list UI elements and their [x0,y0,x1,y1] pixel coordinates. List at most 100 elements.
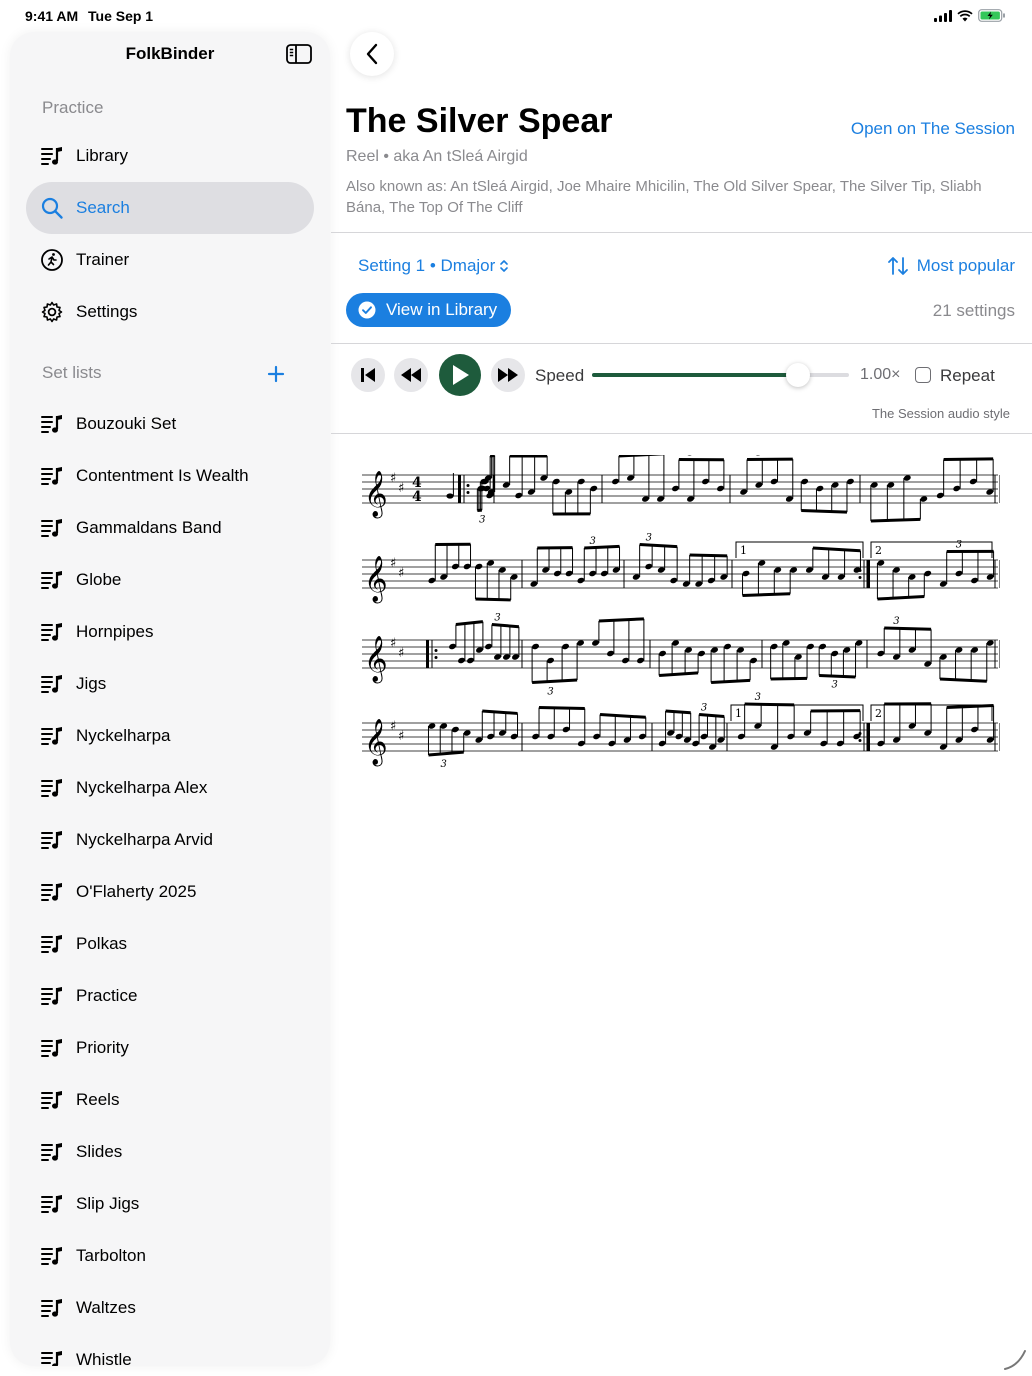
skip-to-start-button[interactable] [351,358,385,392]
set-list-item-polkas[interactable]: Polkas [26,918,314,970]
sidebar-item-settings[interactable]: Settings [26,286,314,338]
sidebar-item-search[interactable]: Search [26,182,314,234]
list-music-icon [41,1091,62,1109]
chevron-left-icon [366,43,378,65]
list-music-icon [41,1247,62,1265]
list-music-icon [41,675,62,693]
sidebar-item-label: Priority [76,1038,129,1057]
checkmark-circle-icon [358,301,376,319]
play-icon [453,365,469,385]
list-music-icon [41,147,62,165]
sidebar-item-label: Slip Jigs [76,1194,140,1213]
set-list-item-nyckelharpa-arvid[interactable]: Nyckelharpa Arvid [26,814,314,866]
status-date: Tue Sep 1 [88,8,154,24]
also-known-as: Also known as: An tSleá Airgid, Joe Mhai… [346,178,982,216]
list-music-icon [41,415,62,433]
set-list-item-hornpipes[interactable]: Hornpipes [26,606,314,658]
set-list-item-priority[interactable]: Priority [26,1022,314,1074]
sidebar-item-label: Nyckelharpa Alex [76,778,208,797]
section-label-set-lists: Set lists [42,363,102,382]
sidebar-item-label: Contentment Is Wealth [76,466,249,485]
set-list-item-nyckelharpa-alex[interactable]: Nyckelharpa Alex [26,762,314,814]
staff-system: 𝄞♯♯33312 [362,533,1000,604]
setting-picker[interactable]: Setting 1 • Dmajor [358,256,509,276]
triplet-mark: 3 [687,455,693,459]
sidebar-item-trainer[interactable]: Trainer [26,234,314,286]
add-set-list-button[interactable] [264,362,288,386]
set-list-item-slides[interactable]: Slides [26,1126,314,1178]
sharp-sign: ♯ [390,636,396,651]
list-music-icon [41,831,62,849]
first-ending-label: 1 [740,544,747,557]
set-list-item-nyckelharpa[interactable]: Nyckelharpa [26,710,314,762]
sharp-sign: ♯ [398,646,404,661]
sidebar-item-library[interactable]: Library [26,130,314,182]
set-list-item-bouzouki-set[interactable]: Bouzouki Set [26,398,314,450]
sidebar-item-label: Search [76,198,130,217]
status-time: 9:41 AM [25,8,79,24]
sidebar-item-label: Bouzouki Set [76,414,177,433]
time-signature: 4 [412,489,422,505]
repeat-checkbox[interactable] [915,367,931,383]
sidebar-item-label: O'Flaherty 2025 [76,882,197,901]
run-icon [41,249,63,271]
treble-clef: 𝄞 [364,556,388,604]
setting-picker-label: Setting 1 • Dmajor [358,256,496,275]
sidebar-item-label: Whistle [76,1350,132,1366]
sidebar-item-label: Jigs [76,674,107,693]
view-in-library-button[interactable]: View in Library [346,293,512,327]
app-window: 9:41 AM Tue Sep 1 FolkBinder Practice Se… [0,0,1032,1376]
rewind-icon [401,368,421,382]
speed-slider[interactable] [592,363,849,387]
list-music-icon [41,727,62,745]
fast-forward-button[interactable] [491,358,525,392]
speed-slider-thumb[interactable] [785,363,810,387]
set-list-item-tarbolton[interactable]: Tarbolton [26,1230,314,1282]
rewind-button[interactable] [394,358,428,392]
triplet-mark: 3 [755,692,761,703]
list-music-icon [41,571,62,589]
speed-value: 1.00× [860,366,901,383]
back-button[interactable] [350,32,394,76]
list-music-icon [41,623,62,641]
play-button[interactable] [439,354,481,396]
sort-arrows-icon [887,257,908,275]
list-music-icon [41,467,62,485]
resize-handle-icon [1004,1350,1026,1370]
section-label-practice: Practice [42,98,104,117]
fast-forward-icon [498,368,518,382]
triplet-mark: 3 [956,540,962,551]
set-list-item-whistle[interactable]: Whistle [26,1334,314,1366]
status-icons [934,9,1006,22]
sidebar-item-label: Hornpipes [76,622,154,641]
divider [331,433,1032,434]
triplet-mark: 3 [547,687,553,698]
sharp-sign: ♯ [398,566,404,581]
triplet-mark: 3 [589,536,595,547]
sidebar-item-label: Settings [76,302,138,321]
set-list-item-jigs[interactable]: Jigs [26,658,314,710]
staff-system: 𝄞 ♯♯3333 [362,613,1000,698]
sort-picker-label: Most popular [916,256,1015,275]
set-list-item-reels[interactable]: Reels [26,1074,314,1126]
divider [331,232,1032,233]
sidebar-toggle-icon[interactable] [286,44,312,64]
set-list-item-globe[interactable]: Globe [26,554,314,606]
list-music-icon [41,1143,62,1161]
set-list-item-contentment-is-wealth[interactable]: Contentment Is Wealth [26,450,314,502]
list-music-icon [41,883,62,901]
set-list-item-waltzes[interactable]: Waltzes [26,1282,314,1334]
set-list-item-practice[interactable]: Practice [26,970,314,1022]
speed-label: Speed [535,366,585,385]
set-list-item-o-flaherty-2025[interactable]: O'Flaherty 2025 [26,866,314,918]
set-list-item-slip-jigs[interactable]: Slip Jigs [26,1178,314,1230]
sidebar-item-label: Trainer [76,250,130,269]
set-list-item-gammaldans-band[interactable]: Gammaldans Band [26,502,314,554]
open-on-the-session-link[interactable]: Open on The Session [851,119,1015,139]
sidebar: FolkBinder Practice Set lists Library Sea… [10,32,330,1366]
sort-picker[interactable]: Most popular [887,256,1015,276]
triplet-mark: 3 [479,515,485,526]
sidebar-item-label: Slides [76,1142,123,1161]
second-ending-label: 2 [875,544,882,557]
cellular-signal-icon [934,9,952,22]
